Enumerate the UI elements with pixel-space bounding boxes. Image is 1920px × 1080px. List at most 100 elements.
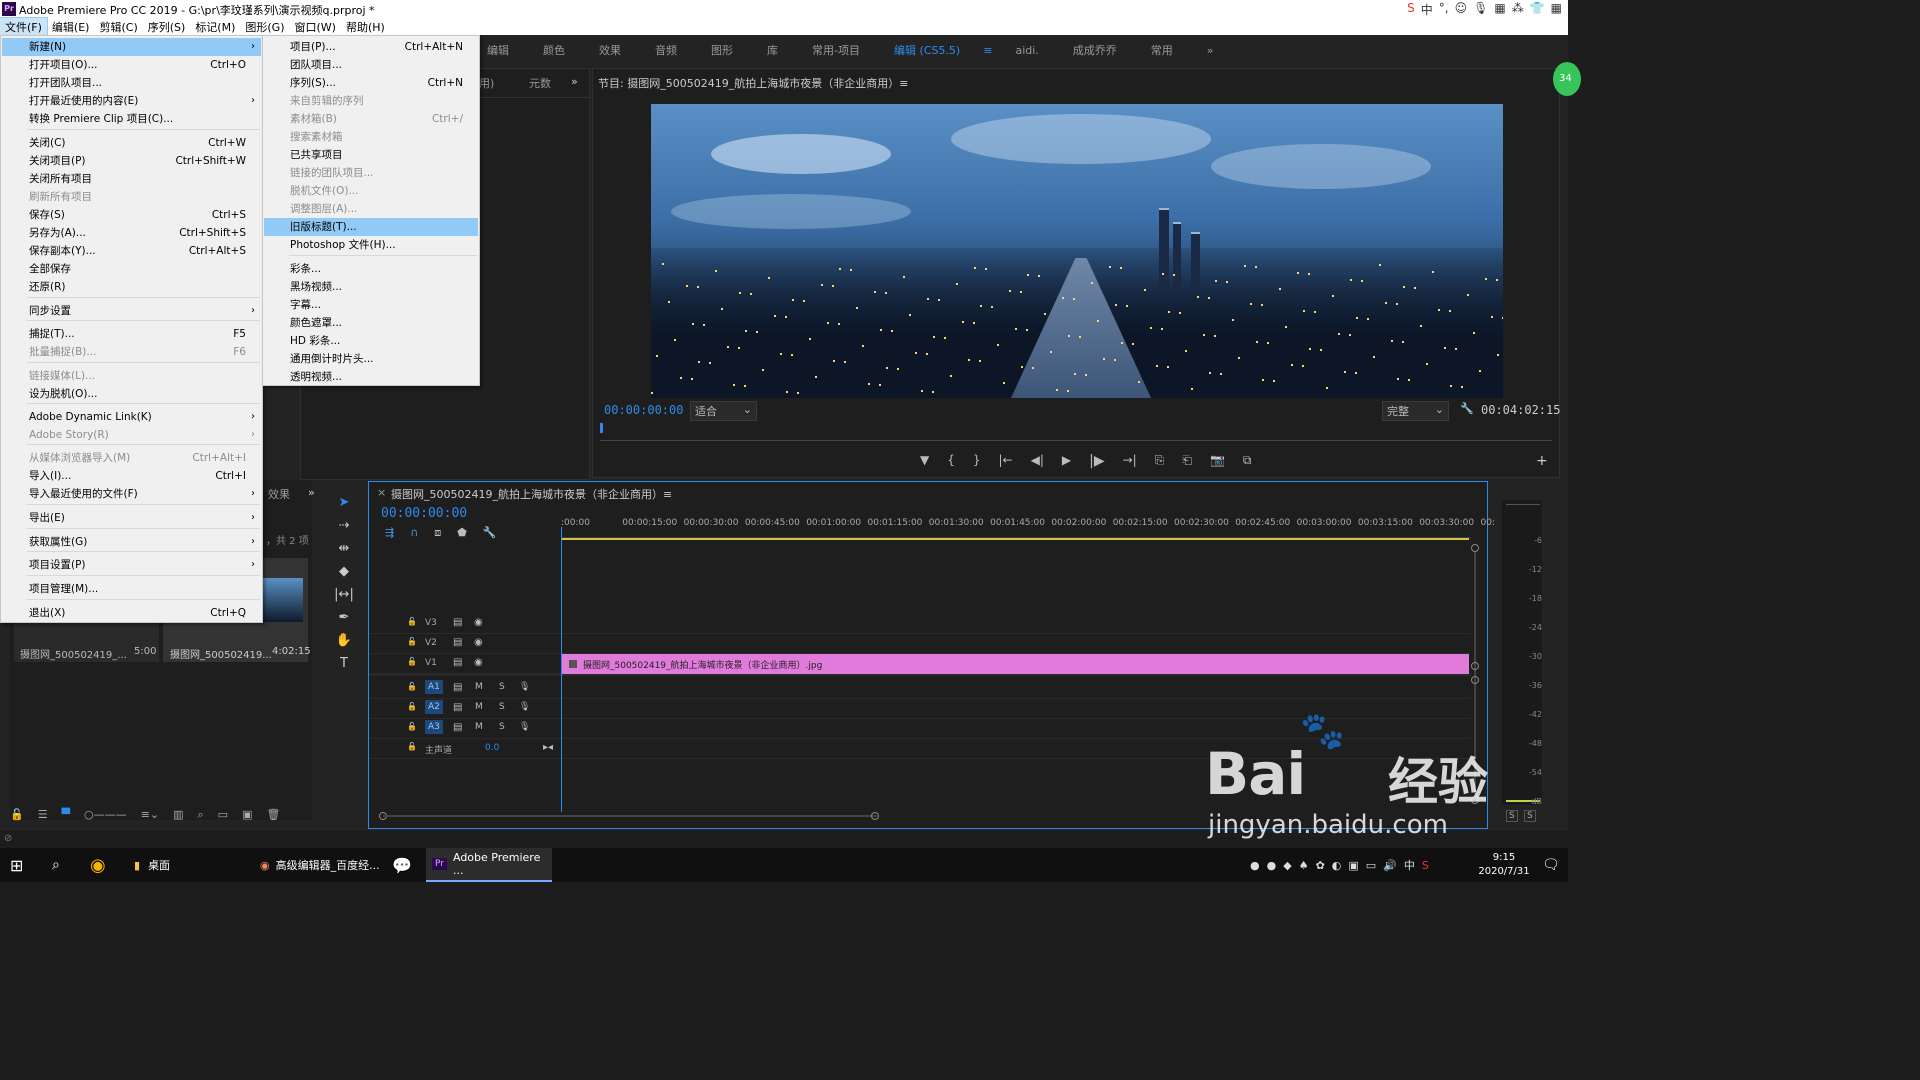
timeline-timecode[interactable]: 00:00:00:00 (381, 506, 467, 521)
new-submenu-item[interactable]: 旧版标题(T)... (264, 218, 478, 236)
playhead-marker[interactable] (600, 423, 603, 433)
workspace-tab[interactable]: 效果 (582, 42, 638, 58)
film-icon[interactable]: ▤ (453, 657, 462, 668)
workspace-tab[interactable]: » (1190, 44, 1231, 57)
linked-selection-icon[interactable]: ⧈ (434, 526, 441, 540)
transport-control-icon[interactable]: ⎘ (1155, 453, 1165, 469)
panel-overflow-icon[interactable]: » (308, 486, 315, 499)
clock[interactable]: 9:15 2020/7/31 (1474, 851, 1534, 879)
volume-icon[interactable]: 🔊 (1383, 859, 1397, 872)
source-tab-metadata[interactable]: 元数 (529, 75, 551, 91)
file-menu-item[interactable]: 项目设置(P) › (2, 556, 261, 574)
file-menu-item[interactable]: 打开团队项目... (2, 74, 261, 92)
list-view-icon[interactable]: ☰ (38, 808, 48, 824)
zoom-slider[interactable]: ○——— (84, 808, 127, 824)
razor-icon[interactable]: ◆ (339, 564, 349, 579)
menu-1[interactable]: 编辑(E) (47, 18, 95, 35)
file-menu-item[interactable]: 还原(R) (2, 278, 261, 296)
ime-toolbar-icon[interactable]: ▦ (1494, 1, 1505, 18)
transport-control-icon[interactable]: |▶ (1089, 453, 1104, 469)
new-submenu-item[interactable]: 彩条... (264, 260, 478, 278)
mute-button[interactable]: M (475, 722, 483, 732)
new-submenu-item[interactable]: 已共享项目 (264, 146, 478, 164)
wechat-icon[interactable]: 💬 (392, 848, 412, 882)
transport-control-icon[interactable]: →| (1123, 453, 1137, 469)
new-submenu-item[interactable]: 颜色遮罩... (264, 314, 478, 332)
lock-icon[interactable]: 🔓 (407, 702, 417, 711)
new-submenu-item[interactable]: 项目(P)... Ctrl+Alt+N (264, 38, 478, 56)
wrench-icon[interactable]: 🔧 (1460, 402, 1474, 415)
system-tray[interactable]: ● ● ◆ ♠ ✿ ◐ ▣ ▭ 🔊 中S (1250, 848, 1429, 882)
track-select-icon[interactable]: ⇢ (339, 518, 350, 533)
workspace-tab[interactable]: 常用-项目 (795, 42, 877, 58)
transport-control-icon[interactable]: 📷 (1210, 453, 1225, 469)
network-icon[interactable]: ▭ (1366, 859, 1376, 872)
film-icon[interactable]: ▤ (453, 702, 462, 713)
hand-icon[interactable]: ✋ (336, 633, 352, 648)
new-submenu-item[interactable]: 团队项目... (264, 56, 478, 74)
project-tab-effects[interactable]: 效果 (268, 486, 290, 502)
film-icon[interactable]: ▤ (453, 722, 462, 733)
file-menu-item[interactable]: 退出(X) Ctrl+Q (2, 604, 261, 622)
lock-icon[interactable]: 🔓 (407, 722, 417, 731)
workspace-tab[interactable]: ≡ (977, 44, 998, 57)
menu-7[interactable]: 帮助(H) (341, 18, 390, 35)
ime-toolbar-icon[interactable]: S (1407, 1, 1415, 18)
menu-6[interactable]: 窗口(W) (290, 18, 341, 35)
solo-right-button[interactable]: S (1524, 810, 1536, 822)
ime-toolbar-icon[interactable]: 中 (1421, 1, 1433, 18)
program-scrubber[interactable] (600, 423, 1552, 441)
file-menu-item[interactable]: 捕捉(T)... F5 (2, 325, 261, 343)
menu-5[interactable]: 图形(G) (240, 18, 289, 35)
eye-icon[interactable]: ◉ (474, 657, 483, 668)
nest-icon[interactable]: ⇶ (385, 526, 394, 540)
microphone-icon[interactable]: 🎙 (519, 682, 530, 692)
slip-icon[interactable]: |↔| (334, 587, 354, 602)
lock-icon[interactable]: 🔓 (407, 657, 417, 666)
film-icon[interactable]: ▤ (453, 637, 462, 648)
workspace-tab[interactable]: 音频 (638, 42, 694, 58)
source-tab-1[interactable]: 用) (479, 75, 494, 91)
transport-control-icon[interactable]: ◀| (1031, 453, 1044, 469)
new-bin-icon[interactable]: ▭ (218, 808, 228, 824)
file-menu-item[interactable]: 获取属性(G) › (2, 533, 261, 551)
icon-view-icon[interactable]: ▀ (62, 808, 70, 824)
taskbar-item-premiere[interactable]: Pr Adobe Premiere ... (426, 848, 552, 882)
menu-4[interactable]: 标记(M) (190, 18, 240, 35)
transport-control-icon[interactable]: |← (999, 453, 1013, 469)
transport-control-icon[interactable]: ⧉ (1243, 453, 1252, 469)
taskbar-item-browser[interactable]: ◉ 高级编辑器_百度经... (254, 848, 384, 882)
horizontal-zoom-scroll[interactable] (379, 812, 879, 820)
program-monitor-title[interactable]: 节目: 摄图网_500502419_航拍上海城市夜景（非企业商用）≡ (598, 75, 908, 91)
menu-2[interactable]: 剪辑(C) (94, 18, 142, 35)
snap-icon[interactable]: ∩ (410, 526, 418, 540)
new-submenu-item[interactable]: 透明视频... (264, 368, 478, 386)
type-tool-icon[interactable]: T (340, 656, 348, 671)
menu-3[interactable]: 序列(S) (143, 18, 191, 35)
eye-icon[interactable]: ◉ (474, 637, 483, 648)
workspace-tab[interactable]: 常用 (1134, 42, 1190, 58)
file-menu-item[interactable]: 设为脱机(O)... (2, 385, 261, 403)
search-icon[interactable]: ⌕ (52, 848, 60, 882)
panel-overflow-icon[interactable]: » (571, 75, 578, 88)
new-submenu-item[interactable]: 字幕... (264, 296, 478, 314)
lock-icon[interactable]: 🔓 (407, 742, 417, 751)
solo-button[interactable]: S (499, 682, 505, 692)
search-icon[interactable]: ⌕ (198, 808, 204, 824)
taskbar-item-desktop[interactable]: ▮ 桌面 (128, 848, 246, 882)
close-icon[interactable]: × (377, 486, 386, 499)
wrench-icon[interactable]: 🔧 (483, 526, 497, 540)
file-menu-item[interactable]: 项目管理(M)... (2, 580, 261, 598)
ime-toolbar-icon[interactable]: ▦ (1551, 1, 1562, 18)
solo-button[interactable]: S (499, 702, 505, 712)
new-submenu-item[interactable]: HD 彩条... (264, 332, 478, 350)
ime-toolbar-icon[interactable]: ⁂ (1512, 1, 1524, 18)
ripple-edit-icon[interactable]: ⇹ (339, 541, 350, 556)
lock-icon[interactable]: 🔓 (407, 637, 417, 646)
file-menu-item[interactable]: 导出(E) › (2, 509, 261, 527)
ime-indicator[interactable]: 中 (1404, 857, 1415, 873)
ime-toolbar-icon[interactable]: ☺ (1455, 1, 1468, 18)
workspace-tab[interactable]: 库 (750, 42, 795, 58)
selection-tool-icon[interactable]: ➤ (339, 495, 350, 510)
file-menu-item[interactable]: 关闭所有项目 (2, 170, 261, 188)
